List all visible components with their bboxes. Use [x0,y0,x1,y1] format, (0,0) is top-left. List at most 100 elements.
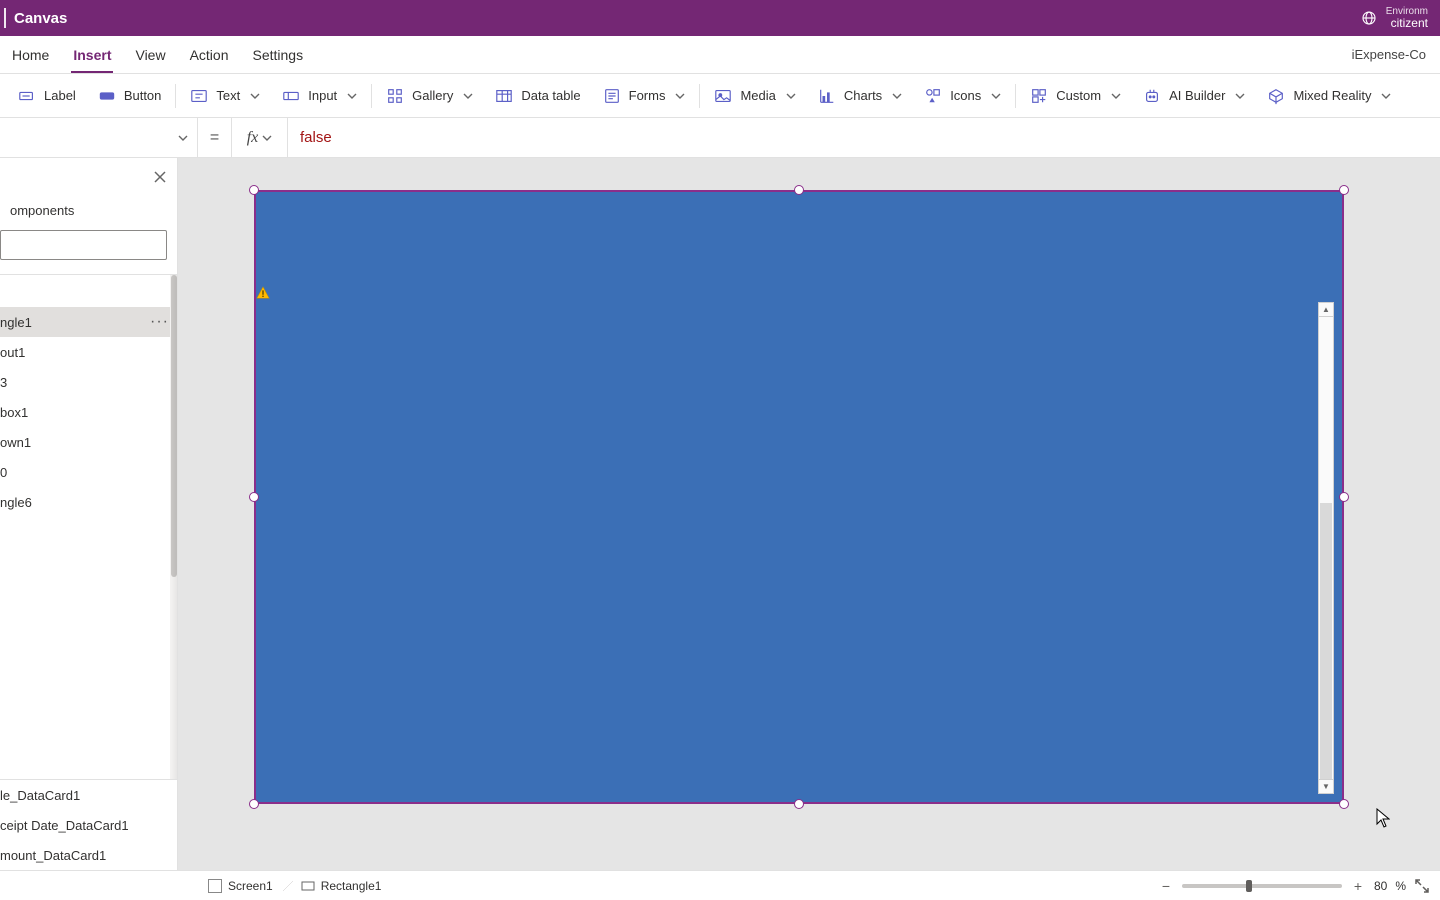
ribbon-icons[interactable]: Icons [914,81,1011,111]
title-bar: Canvas Environm citizent [0,0,1440,36]
zoom-slider[interactable] [1182,884,1342,888]
ribbon-gallery[interactable]: Gallery [376,81,483,111]
resize-handle[interactable] [249,799,259,809]
file-name: iExpense-Co [1338,36,1440,73]
mixedreality-icon [1267,87,1285,105]
tree-item[interactable]: mount_DataCard1 [0,840,177,870]
chevron-down-icon [177,132,189,144]
chevron-down-icon [347,91,357,101]
chevron-down-icon [262,133,272,143]
ribbon-text[interactable]: Text [180,81,270,111]
menu-view[interactable]: View [123,36,177,73]
button-icon [98,87,116,105]
warning-icon[interactable] [256,286,270,300]
formula-input[interactable]: false [288,118,1440,157]
media-icon [714,87,732,105]
label-icon [18,87,36,105]
tree-item[interactable]: ngle1 ··· [0,307,177,337]
canvas-area[interactable]: ▲ ▼ [178,158,1440,870]
status-bar: Screen1 Rectangle1 − + 80 % [0,870,1440,900]
tree-item[interactable]: ceipt Date_DataCard1 [0,810,177,840]
resize-handle[interactable] [794,185,804,195]
more-icon[interactable]: ··· [150,313,169,331]
tree-item[interactable]: 3··· [0,367,177,397]
zoom-out-button[interactable]: − [1158,878,1174,894]
custom-icon [1030,87,1048,105]
fx-button[interactable]: fx [232,118,288,157]
zoom-in-button[interactable]: + [1350,878,1366,894]
chevron-down-icon [1381,91,1391,101]
tree-item[interactable]: out1··· [0,337,177,367]
tree-panel: omponents ngle1 ··· out1··· 3··· box1···… [0,158,178,870]
ribbon-label[interactable]: Label [8,81,86,111]
ribbon-mixedreality[interactable]: Mixed Reality [1257,81,1401,111]
inner-scrollbar[interactable]: ▲ ▼ [1318,302,1334,794]
ribbon-charts[interactable]: Charts [808,81,912,111]
menu-insert[interactable]: Insert [61,36,123,73]
zoom-unit: % [1395,879,1406,893]
chevron-down-icon [892,91,902,101]
ribbon-media[interactable]: Media [704,81,805,111]
equals-label: = [198,118,232,157]
ribbon: Label Button Text Input Gallery Data tab… [0,74,1440,118]
close-icon[interactable] [153,170,167,184]
ribbon-button[interactable]: Button [88,81,172,111]
chevron-down-icon [991,91,1001,101]
menu-action[interactable]: Action [178,36,241,73]
rectangle-icon [301,879,315,893]
tree-item[interactable]: own1··· [0,427,177,457]
resize-handle[interactable] [1339,185,1349,195]
chevron-down-icon [1111,91,1121,101]
fullscreen-icon[interactable] [1414,878,1430,894]
zoom-value: 80 [1374,879,1387,893]
scroll-up-icon[interactable]: ▲ [1319,303,1333,317]
menu-home[interactable]: Home [0,36,61,73]
menu-bar: Home Insert View Action Settings iExpens… [0,36,1440,74]
ribbon-aibuilder[interactable]: AI Builder [1133,81,1255,111]
breadcrumb-object[interactable]: Rectangle1 [293,877,390,895]
ribbon-datatable[interactable]: Data table [485,81,590,111]
charts-icon [818,87,836,105]
chevron-down-icon [463,91,473,101]
tree-tab[interactable]: omponents [0,196,177,224]
ribbon-custom[interactable]: Custom [1020,81,1131,111]
app-name: Canvas [14,10,67,27]
selected-rectangle[interactable]: ▲ ▼ [254,190,1344,804]
scroll-down-icon[interactable]: ▼ [1319,779,1333,793]
ribbon-forms[interactable]: Forms [593,81,696,111]
gallery-icon [386,87,404,105]
fx-label: fx [247,129,259,147]
breadcrumb-screen[interactable]: Screen1 [200,877,281,895]
tree-item[interactable]: le_DataCard1 [0,780,177,810]
text-icon [190,87,208,105]
tree-item[interactable]: box1··· [0,397,177,427]
chevron-down-icon [786,91,796,101]
resize-handle[interactable] [794,799,804,809]
screen-icon [208,879,222,893]
resize-handle[interactable] [249,492,259,502]
input-icon [282,87,300,105]
resize-handle[interactable] [249,185,259,195]
chevron-down-icon [1235,91,1245,101]
ribbon-input[interactable]: Input [272,81,367,111]
forms-icon [603,87,621,105]
formula-bar: = fx false [0,118,1440,158]
chevron-down-icon [250,91,260,101]
env-value: citizent [1386,17,1428,30]
menu-settings[interactable]: Settings [241,36,316,73]
property-selector[interactable] [0,118,198,157]
environment-icon[interactable] [1360,9,1378,27]
tree-scrollbar[interactable] [170,275,177,779]
app-divider [4,8,6,28]
resize-handle[interactable] [1339,799,1349,809]
tree-item[interactable]: ngle6··· [0,487,177,517]
tree-item[interactable]: 0··· [0,457,177,487]
icons-icon [924,87,942,105]
search-input[interactable] [0,230,167,260]
cursor-icon [1376,808,1390,828]
resize-handle[interactable] [1339,492,1349,502]
datatable-icon [495,87,513,105]
env-label: Environm [1386,6,1428,17]
chevron-down-icon [675,91,685,101]
aibuilder-icon [1143,87,1161,105]
